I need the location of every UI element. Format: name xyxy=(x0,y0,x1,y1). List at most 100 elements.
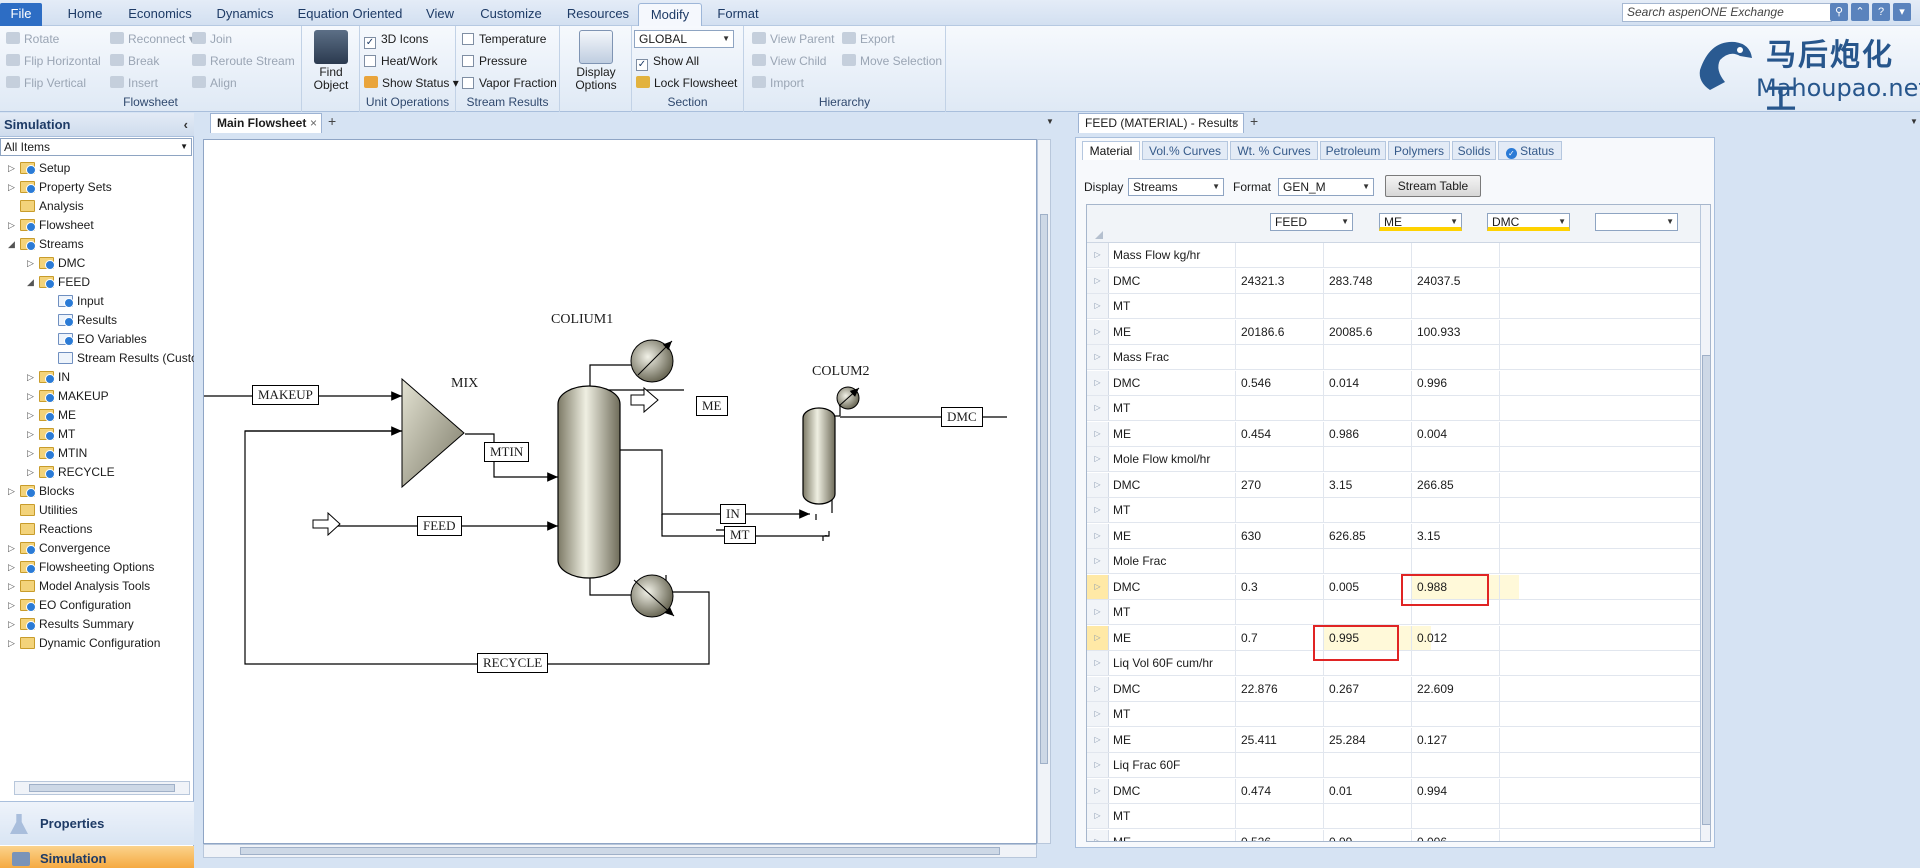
tree-item[interactable]: ▷ DMC xyxy=(27,254,85,273)
table-row[interactable]: ▷ ME 25.411 25.284 0.127 xyxy=(1087,727,1700,753)
tree-item[interactable]: ▷ Flowsheet xyxy=(8,216,94,235)
row-selector-icon[interactable]: ▷ xyxy=(1087,625,1109,650)
row-selector-icon[interactable]: ▷ xyxy=(1087,676,1109,701)
tree-item[interactable]: Stream Results (Custom) xyxy=(58,349,194,368)
row-selector-icon[interactable]: ▷ xyxy=(1087,447,1109,471)
close-icon[interactable]: × xyxy=(1232,114,1239,133)
row-selector-icon[interactable]: ▷ xyxy=(1087,319,1109,344)
tree-toggle-icon[interactable]: ▷ xyxy=(8,596,18,615)
menu-tab-home[interactable]: Home xyxy=(60,3,110,26)
table-cell[interactable] xyxy=(1499,778,1607,803)
tree-item[interactable]: EO Variables xyxy=(58,330,147,349)
tree-toggle-icon[interactable]: ▷ xyxy=(8,615,18,634)
view-parent-button[interactable]: View Parent xyxy=(752,30,834,48)
table-cell[interactable] xyxy=(1499,676,1607,701)
tree-toggle-icon[interactable]: ▷ xyxy=(27,368,37,387)
scrollbar-thumb[interactable] xyxy=(1040,214,1048,764)
row-selector-icon[interactable]: ▷ xyxy=(1087,804,1109,828)
table-row[interactable]: ▷ MT xyxy=(1087,498,1700,523)
table-cell[interactable] xyxy=(1499,804,1607,828)
colium1-column[interactable] xyxy=(557,385,621,579)
table-cell[interactable] xyxy=(1499,345,1607,369)
lock-flowsheet-button[interactable]: Lock Flowsheet xyxy=(636,74,737,92)
section-dropdown[interactable]: GLOBAL ▼ xyxy=(634,30,734,48)
colum2-column[interactable] xyxy=(802,407,836,505)
stream-label-mtin[interactable]: MTIN xyxy=(484,442,530,462)
scrollbar-thumb[interactable] xyxy=(1702,355,1710,825)
reroute-stream-button[interactable]: Reroute Stream xyxy=(192,52,295,70)
menu-tab-resources[interactable]: Resources xyxy=(562,3,634,26)
table-cell[interactable] xyxy=(1499,447,1607,471)
table-cell[interactable] xyxy=(1499,829,1607,841)
tree-item[interactable]: ▷ EO Configuration xyxy=(8,596,131,615)
tree-toggle-icon[interactable]: ▷ xyxy=(27,406,37,425)
row-selector-icon[interactable]: ▷ xyxy=(1087,600,1109,624)
search-input[interactable]: Search aspenONE Exchange xyxy=(1622,3,1832,22)
tree-item[interactable]: ▷ Flowsheeting Options xyxy=(8,558,154,577)
tree-item[interactable]: Analysis xyxy=(20,197,84,216)
tree-item[interactable]: Utilities xyxy=(20,501,78,520)
tree-toggle-icon[interactable]: ▷ xyxy=(27,254,37,273)
move-selection-button[interactable]: Move Selection xyxy=(842,52,942,70)
3d-icons-checkbox[interactable]: ✓ 3D Icons xyxy=(364,30,428,49)
row-selector-icon[interactable]: ▷ xyxy=(1087,243,1109,267)
tree-toggle-icon[interactable]: ▷ xyxy=(8,558,18,577)
tree-toggle-icon[interactable]: ▷ xyxy=(8,482,18,501)
stream-label-dmc[interactable]: DMC xyxy=(941,407,983,427)
flowsheet-horizontal-scrollbar[interactable] xyxy=(203,844,1037,858)
flowsheet-canvas[interactable]: COLIUM1 COLUM2 MIX MAKEUP MTIN FEED ME D… xyxy=(203,139,1037,844)
tree-toggle-icon[interactable]: ▷ xyxy=(27,387,37,406)
format-dropdown[interactable]: GEN_M ▼ xyxy=(1278,178,1374,196)
flowsheet-vertical-scrollbar[interactable] xyxy=(1037,139,1051,844)
pressure-checkbox[interactable]: Pressure xyxy=(462,52,527,70)
row-selector-icon[interactable]: ▷ xyxy=(1087,778,1109,803)
tree-item[interactable]: Reactions xyxy=(20,520,92,539)
column-dropdown-empty[interactable]: ▼ xyxy=(1595,213,1678,231)
tree-toggle-icon[interactable]: ▷ xyxy=(8,577,18,596)
table-row[interactable]: ▷ Mole Flow kmol/hr xyxy=(1087,447,1700,472)
stream-label-recycle[interactable]: RECYCLE xyxy=(477,653,549,673)
add-tab-icon[interactable]: + xyxy=(1250,113,1258,129)
menu-tab-dynamics[interactable]: Dynamics xyxy=(210,3,280,26)
search-icon[interactable]: ⚲ xyxy=(1830,3,1848,21)
row-selector-icon[interactable]: ▷ xyxy=(1087,345,1109,369)
tree-item[interactable]: Input xyxy=(58,292,104,311)
tree-item[interactable]: Results xyxy=(58,311,117,330)
stream-label-makeup[interactable]: MAKEUP xyxy=(252,385,319,405)
table-row[interactable]: ▷ MT xyxy=(1087,600,1700,625)
block-label-colum2[interactable]: COLUM2 xyxy=(812,364,870,380)
tree-item[interactable]: ▷ MTIN xyxy=(27,444,87,463)
table-row[interactable]: ▷ ME 0.526 0.99 0.006 xyxy=(1087,829,1700,841)
mix-block[interactable] xyxy=(401,377,465,489)
column-dropdown-feed[interactable]: FEED ▼ xyxy=(1270,213,1353,231)
table-cell[interactable] xyxy=(1499,498,1607,522)
row-selector-icon[interactable]: ▷ xyxy=(1087,421,1109,446)
view-child-button[interactable]: View Child xyxy=(752,52,826,70)
table-cell[interactable] xyxy=(1499,370,1607,395)
align-button[interactable]: Align xyxy=(192,74,237,92)
tab-main-flowsheet[interactable]: Main Flowsheet × xyxy=(210,113,322,133)
table-cell[interactable] xyxy=(1499,549,1607,573)
table-cell[interactable] xyxy=(1499,651,1607,675)
show-all-checkbox[interactable]: ✓ Show All xyxy=(636,52,699,71)
row-selector-icon[interactable]: ▷ xyxy=(1087,370,1109,395)
tree-toggle-icon[interactable]: ▷ xyxy=(27,444,37,463)
row-selector-icon[interactable]: ▷ xyxy=(1087,472,1109,497)
tree-toggle-icon[interactable]: ▷ xyxy=(8,634,18,653)
stream-table-button[interactable]: Stream Table xyxy=(1385,175,1481,197)
flip-vertical-button[interactable]: Flip Vertical xyxy=(6,74,86,92)
subtab-status[interactable]: ✓ Status xyxy=(1498,141,1562,160)
table-cell[interactable] xyxy=(1499,268,1607,293)
table-row[interactable]: ▷ Mole Frac xyxy=(1087,549,1700,574)
tree-item[interactable]: ▷ Convergence xyxy=(8,539,110,558)
table-cell[interactable] xyxy=(1499,319,1607,344)
tree-toggle-icon[interactable]: ▷ xyxy=(27,425,37,444)
heat-work-checkbox[interactable]: Heat/Work xyxy=(364,52,437,70)
tree-toggle-icon[interactable]: ◢ xyxy=(27,273,37,292)
row-selector-icon[interactable]: ▷ xyxy=(1087,829,1109,841)
table-cell[interactable] xyxy=(1499,294,1607,318)
stream-label-mt[interactable]: MT xyxy=(724,526,756,544)
vapor-fraction-checkbox[interactable]: Vapor Fraction xyxy=(462,74,557,92)
grid-vertical-scrollbar[interactable] xyxy=(1700,205,1710,841)
tree-item[interactable]: ◢ FEED xyxy=(27,273,90,292)
